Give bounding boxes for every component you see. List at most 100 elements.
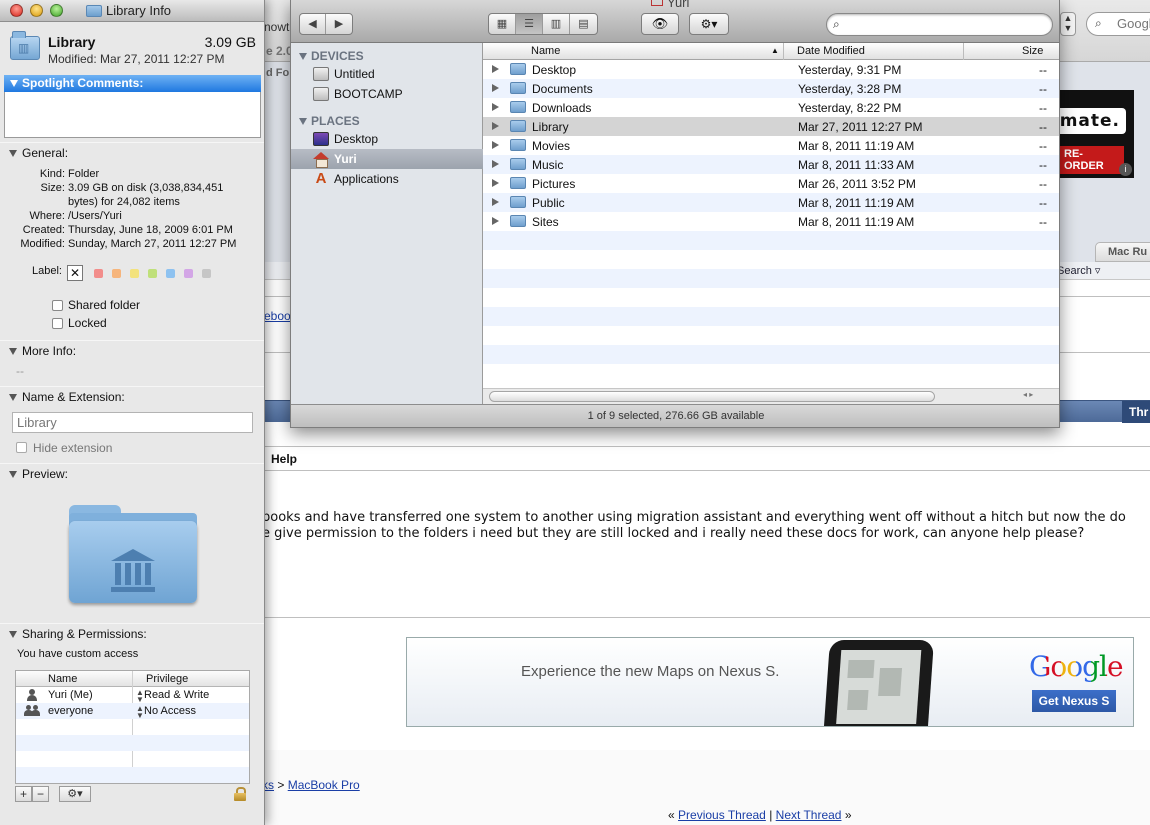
hide-extension-checkbox[interactable]	[16, 442, 27, 453]
permission-privilege[interactable]: No Access	[144, 705, 196, 717]
disclosure-triangle-icon[interactable]	[492, 160, 499, 168]
column-header-size[interactable]: Size	[1022, 45, 1043, 57]
spotlight-comments-field[interactable]	[4, 92, 261, 138]
site-tab[interactable]: Mac Ru	[1095, 242, 1150, 262]
label-none-button[interactable]: ✕	[67, 265, 83, 281]
back-button[interactable]: ◀	[300, 14, 326, 34]
table-row[interactable]: Sites Mar 8, 2011 11:19 AM --	[483, 212, 1059, 231]
table-row[interactable]: Pictures Mar 26, 2011 3:52 PM --	[483, 174, 1059, 193]
disclosure-triangle-icon[interactable]	[492, 122, 499, 130]
column-header-privilege[interactable]: Privilege	[146, 673, 188, 685]
info-icon[interactable]: i	[1119, 163, 1132, 176]
icon-view-button[interactable]: ▦	[489, 14, 516, 34]
disclosure-triangle-icon[interactable]	[492, 103, 499, 111]
sidebar-item-yuri[interactable]: Yuri	[291, 149, 483, 169]
sidebar-item-untitled[interactable]: Untitled	[291, 64, 483, 84]
label-color-swatch[interactable]	[112, 269, 121, 278]
breadcrumb-link[interactable]: MacBook Pro	[288, 778, 360, 792]
finder-search-input[interactable]	[851, 17, 1041, 33]
stepper-icon[interactable]: ▲ ▼	[136, 705, 144, 720]
thread-navigation: « Previous Thread | Next Thread »	[668, 808, 852, 822]
sharing-permissions-section-header[interactable]: Sharing & Permissions:	[0, 627, 264, 645]
table-row[interactable]: Movies Mar 8, 2011 11:19 AM --	[483, 136, 1059, 155]
previous-thread-link[interactable]: Previous Thread	[678, 808, 766, 822]
locked-checkbox[interactable]	[52, 318, 63, 329]
scroll-arrows-icon[interactable]: ◂ ▸	[1023, 390, 1033, 399]
table-row[interactable]: Public Mar 8, 2011 11:19 AM --	[483, 193, 1059, 212]
column-view-button[interactable]: ▥	[543, 14, 570, 34]
preview-header-label: Preview:	[22, 467, 69, 481]
lock-icon[interactable]	[234, 787, 246, 801]
label-color-swatch[interactable]	[184, 269, 193, 278]
spotlight-comments-header[interactable]: Spotlight Comments:	[4, 75, 261, 92]
general-header-label: General:	[22, 146, 69, 160]
forum-search-link[interactable]: Search ▿	[1057, 264, 1100, 277]
remove-permission-button[interactable]: −	[32, 786, 49, 802]
disclosure-triangle-icon[interactable]	[492, 198, 499, 206]
scrollbar-thumb[interactable]	[489, 391, 935, 402]
finder-search-field[interactable]: ⌕	[826, 13, 1053, 36]
disclosure-triangle-icon[interactable]	[492, 65, 499, 73]
table-row[interactable]: Downloads Yesterday, 8:22 PM --	[483, 98, 1059, 117]
sidebar-item-applications[interactable]: A Applications	[291, 169, 483, 189]
disclosure-triangle-icon[interactable]	[492, 84, 499, 92]
quicklook-button[interactable]: 👁	[641, 13, 679, 35]
file-size: --	[1039, 120, 1047, 134]
url-stepper[interactable]: ▲ ▼	[1060, 12, 1076, 36]
next-thread-link[interactable]: Next Thread	[776, 808, 842, 822]
table-row[interactable]: Library Mar 27, 2011 12:27 PM --	[483, 117, 1059, 136]
thread-tools-label[interactable]: Thr	[1122, 401, 1150, 423]
label-color-swatch[interactable]	[166, 269, 175, 278]
table-row[interactable]: everyone ▲ ▼ No Access	[16, 703, 249, 720]
google-ad[interactable]: Experience the new Maps on Nexus S. Goog…	[406, 637, 1134, 727]
preview-section-header[interactable]: Preview:	[0, 467, 264, 485]
table-row[interactable]: Music Mar 8, 2011 11:33 AM --	[483, 155, 1059, 174]
add-permission-button[interactable]: +	[15, 786, 32, 802]
sidebar-item-desktop[interactable]: Desktop	[291, 129, 483, 149]
devices-header[interactable]: DEVICES	[299, 49, 364, 63]
disclosure-triangle-icon[interactable]	[492, 141, 499, 149]
name-extension-section-header[interactable]: Name & Extension:	[0, 390, 264, 408]
zoom-button[interactable]	[50, 4, 63, 17]
label-color-swatch[interactable]	[202, 269, 211, 278]
folder-icon	[510, 63, 526, 75]
file-name: Pictures	[532, 177, 576, 191]
disclosure-triangle-icon[interactable]	[492, 217, 499, 225]
action-menu-button[interactable]: ⚙▾	[689, 13, 729, 35]
column-header-date[interactable]: Date Modified	[797, 45, 865, 57]
disclosure-triangle-icon	[9, 394, 17, 401]
name-field[interactable]: Library	[12, 412, 253, 433]
label-color-swatch[interactable]	[130, 269, 139, 278]
permission-privilege[interactable]: Read & Write	[144, 689, 209, 701]
column-header-name[interactable]: Name	[48, 673, 77, 685]
browser-search-field[interactable]: ⌕ Google	[1086, 12, 1150, 36]
label-color-swatch[interactable]	[148, 269, 157, 278]
table-row[interactable]: Desktop Yesterday, 9:31 PM --	[483, 60, 1059, 79]
section-divider	[0, 623, 264, 624]
devices-header-label: DEVICES	[311, 49, 364, 63]
column-header-name[interactable]: Name	[531, 45, 560, 57]
disclosure-triangle-icon[interactable]	[492, 179, 499, 187]
folder-icon	[510, 196, 526, 208]
minimize-button[interactable]	[30, 4, 43, 17]
list-view-button[interactable]: ☰	[516, 14, 543, 34]
gear-icon[interactable]: ⚙▾	[59, 786, 91, 802]
general-section-header[interactable]: General:	[0, 146, 264, 164]
coverflow-view-button[interactable]: ▤	[570, 14, 597, 34]
stepper-icon[interactable]: ▲ ▼	[136, 689, 144, 704]
get-nexus-button[interactable]: Get Nexus S	[1032, 690, 1116, 712]
more-info-section-header[interactable]: More Info:	[0, 344, 264, 362]
places-header[interactable]: PLACES	[299, 114, 360, 128]
sidebar-item-bootcamp[interactable]: BOOTCAMP	[291, 84, 483, 104]
horizontal-scrollbar[interactable]: ◂ ▸	[483, 388, 1059, 404]
applications-icon: A	[315, 170, 327, 187]
disclosure-triangle-icon	[9, 348, 17, 355]
shared-folder-checkbox[interactable]	[52, 300, 63, 311]
table-row[interactable]: Yuri (Me) ▲ ▼ Read & Write	[16, 687, 249, 704]
finder-toolbar: Yuri ◀ ▶ ▦ ☰ ▥ ▤ 👁 ⚙▾ ⌕	[291, 0, 1059, 43]
forward-button[interactable]: ▶	[326, 14, 352, 34]
banner-ad[interactable]: mate. RE-ORDER i	[1053, 90, 1134, 178]
table-row[interactable]: Documents Yesterday, 3:28 PM --	[483, 79, 1059, 98]
close-button[interactable]	[10, 4, 23, 17]
label-color-swatch[interactable]	[94, 269, 103, 278]
